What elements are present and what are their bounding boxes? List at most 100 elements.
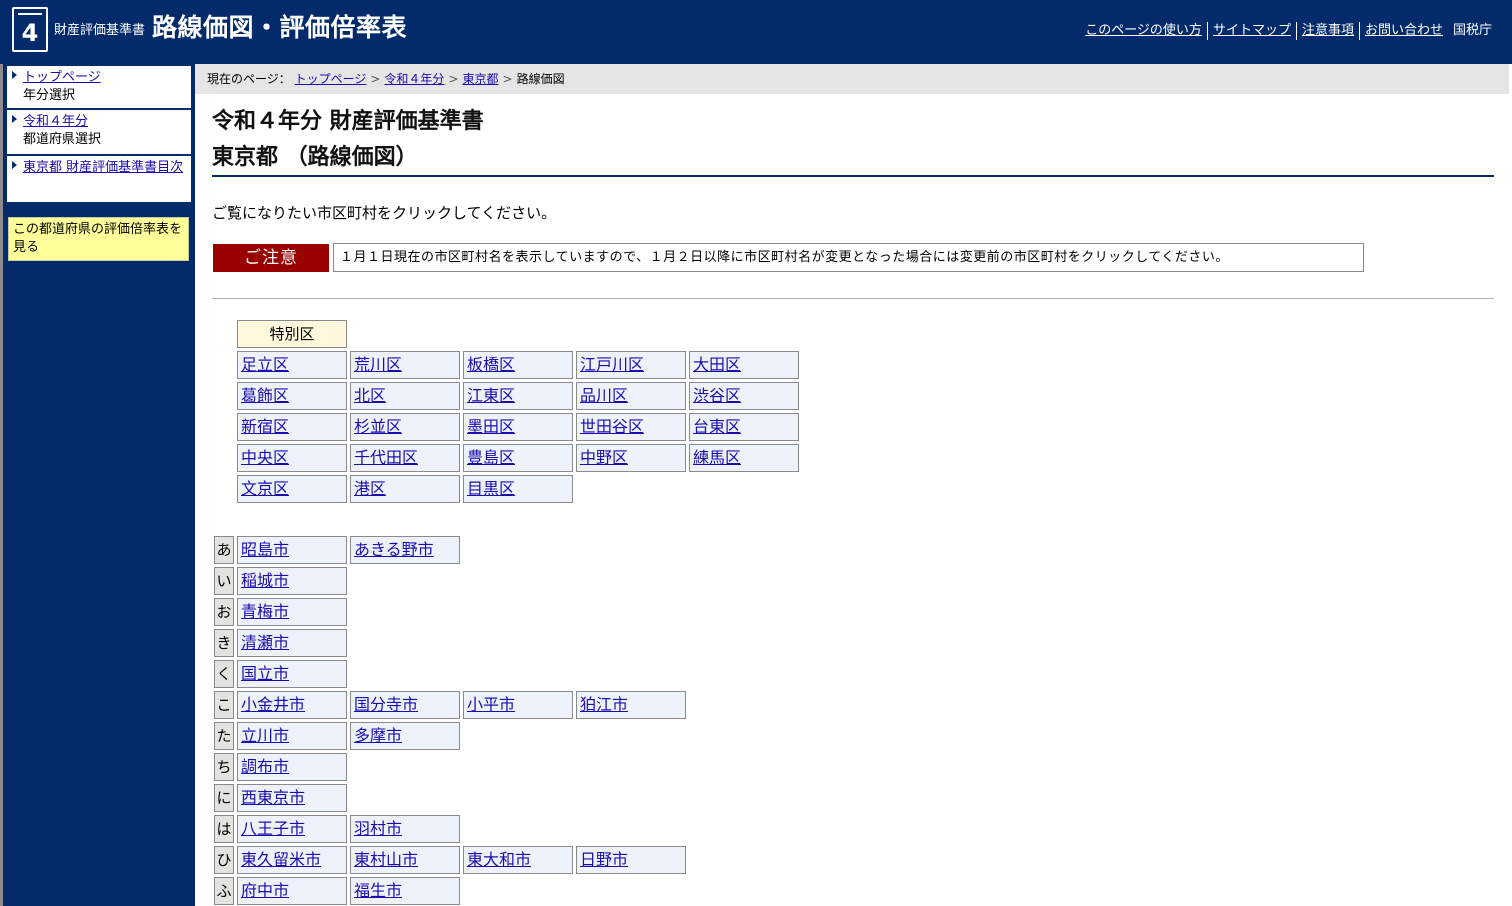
city-cell: 立川市 — [237, 722, 347, 750]
city-link[interactable]: 狛江市 — [580, 695, 628, 714]
ward-link[interactable]: 品川区 — [580, 386, 628, 405]
city-link[interactable]: あきる野市 — [354, 540, 434, 559]
ward-link[interactable]: 文京区 — [241, 479, 289, 498]
city-cell: 羽村市 — [350, 815, 460, 843]
ward-link[interactable]: 豊島区 — [467, 448, 515, 467]
city-cell: 調布市 — [237, 753, 347, 781]
nav-how-to-use[interactable]: このページの使い方 — [1080, 22, 1208, 40]
ward-link[interactable]: 中野区 — [580, 448, 628, 467]
notice-label: ご注意 — [213, 244, 329, 272]
city-cell: 東大和市 — [463, 846, 573, 874]
nav-notes[interactable]: 注意事項 — [1297, 22, 1360, 40]
city-link[interactable]: 福生市 — [354, 881, 402, 900]
city-link[interactable]: 清瀬市 — [241, 633, 289, 652]
ward-cell: 江東区 — [463, 382, 573, 410]
kana-index-label: に — [214, 784, 234, 812]
ward-cell: 千代田区 — [350, 444, 460, 472]
ward-cell: 荒川区 — [350, 351, 460, 379]
ward-cell: 北区 — [350, 382, 460, 410]
ward-link[interactable]: 世田谷区 — [580, 417, 644, 436]
kana-index-label: た — [214, 722, 234, 750]
breadcrumb-link-tokyo[interactable]: 東京都 — [463, 72, 499, 86]
ward-link[interactable]: 墨田区 — [467, 417, 515, 436]
nav-sitemap[interactable]: サイトマップ — [1208, 22, 1297, 40]
city-link[interactable]: 東大和市 — [467, 850, 531, 869]
city-link[interactable]: 立川市 — [241, 726, 289, 745]
breadcrumb-link-year[interactable]: 令和４年分 — [384, 72, 444, 86]
ward-link[interactable]: 杉並区 — [354, 417, 402, 436]
ward-link[interactable]: 千代田区 — [354, 448, 418, 467]
kana-index-label: あ — [214, 536, 234, 564]
sidebar-item-sub: 年分選択 — [23, 88, 76, 103]
sidebar-link-top[interactable]: トップページ — [23, 70, 101, 85]
city-link[interactable]: 小平市 — [467, 695, 515, 714]
ward-link[interactable]: 目黒区 — [467, 479, 515, 498]
ward-link[interactable]: 台東区 — [693, 417, 741, 436]
page-title-line1: 令和４年分 財産評価基準書 — [212, 109, 484, 134]
city-cell: 東久留米市 — [237, 846, 347, 874]
breadcrumb-current: 路線価図 — [516, 72, 565, 86]
logo-number: 4 — [21, 19, 39, 47]
ward-cell: 江戸川区 — [576, 351, 686, 379]
city-cell: 多摩市 — [350, 722, 460, 750]
ward-link[interactable]: 練馬区 — [693, 448, 741, 467]
city-link[interactable]: 八王子市 — [241, 819, 305, 838]
magnification-table-link[interactable]: この都道府県の評価倍率表を見る — [8, 217, 189, 261]
kana-index-label: は — [214, 815, 234, 843]
sidebar-item-year: 令和４年分 都道府県選択 — [7, 110, 191, 154]
city-cell: 清瀬市 — [237, 629, 347, 657]
sidebar-link-year[interactable]: 令和４年分 — [23, 114, 88, 129]
ward-cell: 新宿区 — [237, 413, 347, 441]
site-header: 4 財産評価基準書 路線価図・評価倍率表 このページの使い方 サイトマップ 注意… — [0, 0, 1512, 64]
ward-link[interactable]: 大田区 — [693, 355, 741, 374]
page-title: 令和４年分 財産評価基準書 東京都 （路線価図） — [212, 104, 484, 176]
logo-icon[interactable]: 4 — [12, 7, 48, 52]
city-cell: 狛江市 — [576, 691, 686, 719]
city-link[interactable]: 稲城市 — [241, 571, 289, 590]
ward-link[interactable]: 中央区 — [241, 448, 289, 467]
nav-contact[interactable]: お問い合わせ — [1360, 22, 1448, 40]
city-link[interactable]: 調布市 — [241, 757, 289, 776]
ward-link[interactable]: 新宿区 — [241, 417, 289, 436]
ward-link[interactable]: 葛飾区 — [241, 386, 289, 405]
ward-cell: 港区 — [350, 475, 460, 503]
sidebar-link-toc[interactable]: 東京都 財産評価基準書目次 — [23, 160, 183, 175]
ward-cell: 板橋区 — [463, 351, 573, 379]
city-link[interactable]: 多摩市 — [354, 726, 402, 745]
ward-link[interactable]: 北区 — [354, 386, 386, 405]
city-link[interactable]: 日野市 — [580, 850, 628, 869]
city-cell: 小平市 — [463, 691, 573, 719]
triangle-bullet-icon — [12, 71, 17, 79]
city-link[interactable]: 小金井市 — [241, 695, 305, 714]
site-title: 路線価図・評価倍率表 — [152, 13, 408, 42]
kana-index-label: き — [214, 629, 234, 657]
city-link[interactable]: 東久留米市 — [241, 850, 321, 869]
title-divider — [212, 175, 1494, 177]
city-cell: 昭島市 — [237, 536, 347, 564]
ward-cell: 世田谷区 — [576, 413, 686, 441]
city-link[interactable]: 東村山市 — [354, 850, 418, 869]
city-link[interactable]: 昭島市 — [241, 540, 289, 559]
ward-link[interactable]: 板橋区 — [467, 355, 515, 374]
city-link[interactable]: 西東京市 — [241, 788, 305, 807]
notice-text: １月１日現在の市区町村名を表示していますので、１月２日以降に市区町村名が変更とな… — [333, 243, 1364, 272]
ward-link[interactable]: 江戸川区 — [580, 355, 644, 374]
city-link[interactable]: 青梅市 — [241, 602, 289, 621]
ward-link[interactable]: 足立区 — [241, 355, 289, 374]
breadcrumb-link-top[interactable]: トップページ — [295, 72, 367, 86]
kana-index-label: く — [214, 660, 234, 688]
city-cell: 西東京市 — [237, 784, 347, 812]
city-link[interactable]: 府中市 — [241, 881, 289, 900]
city-cell: 東村山市 — [350, 846, 460, 874]
breadcrumb-chevron-icon: > — [370, 72, 381, 86]
ward-link[interactable]: 荒川区 — [354, 355, 402, 374]
instruction-text: ご覧になりたい市区町村をクリックしてください。 — [212, 204, 557, 222]
ward-link[interactable]: 渋谷区 — [693, 386, 741, 405]
ward-link[interactable]: 江東区 — [467, 386, 515, 405]
ward-cell: 目黒区 — [463, 475, 573, 503]
city-link[interactable]: 国立市 — [241, 664, 289, 683]
ward-link[interactable]: 港区 — [354, 479, 386, 498]
city-link[interactable]: 国分寺市 — [354, 695, 418, 714]
city-link[interactable]: 羽村市 — [354, 819, 402, 838]
org-name: 国税庁 — [1452, 23, 1492, 38]
